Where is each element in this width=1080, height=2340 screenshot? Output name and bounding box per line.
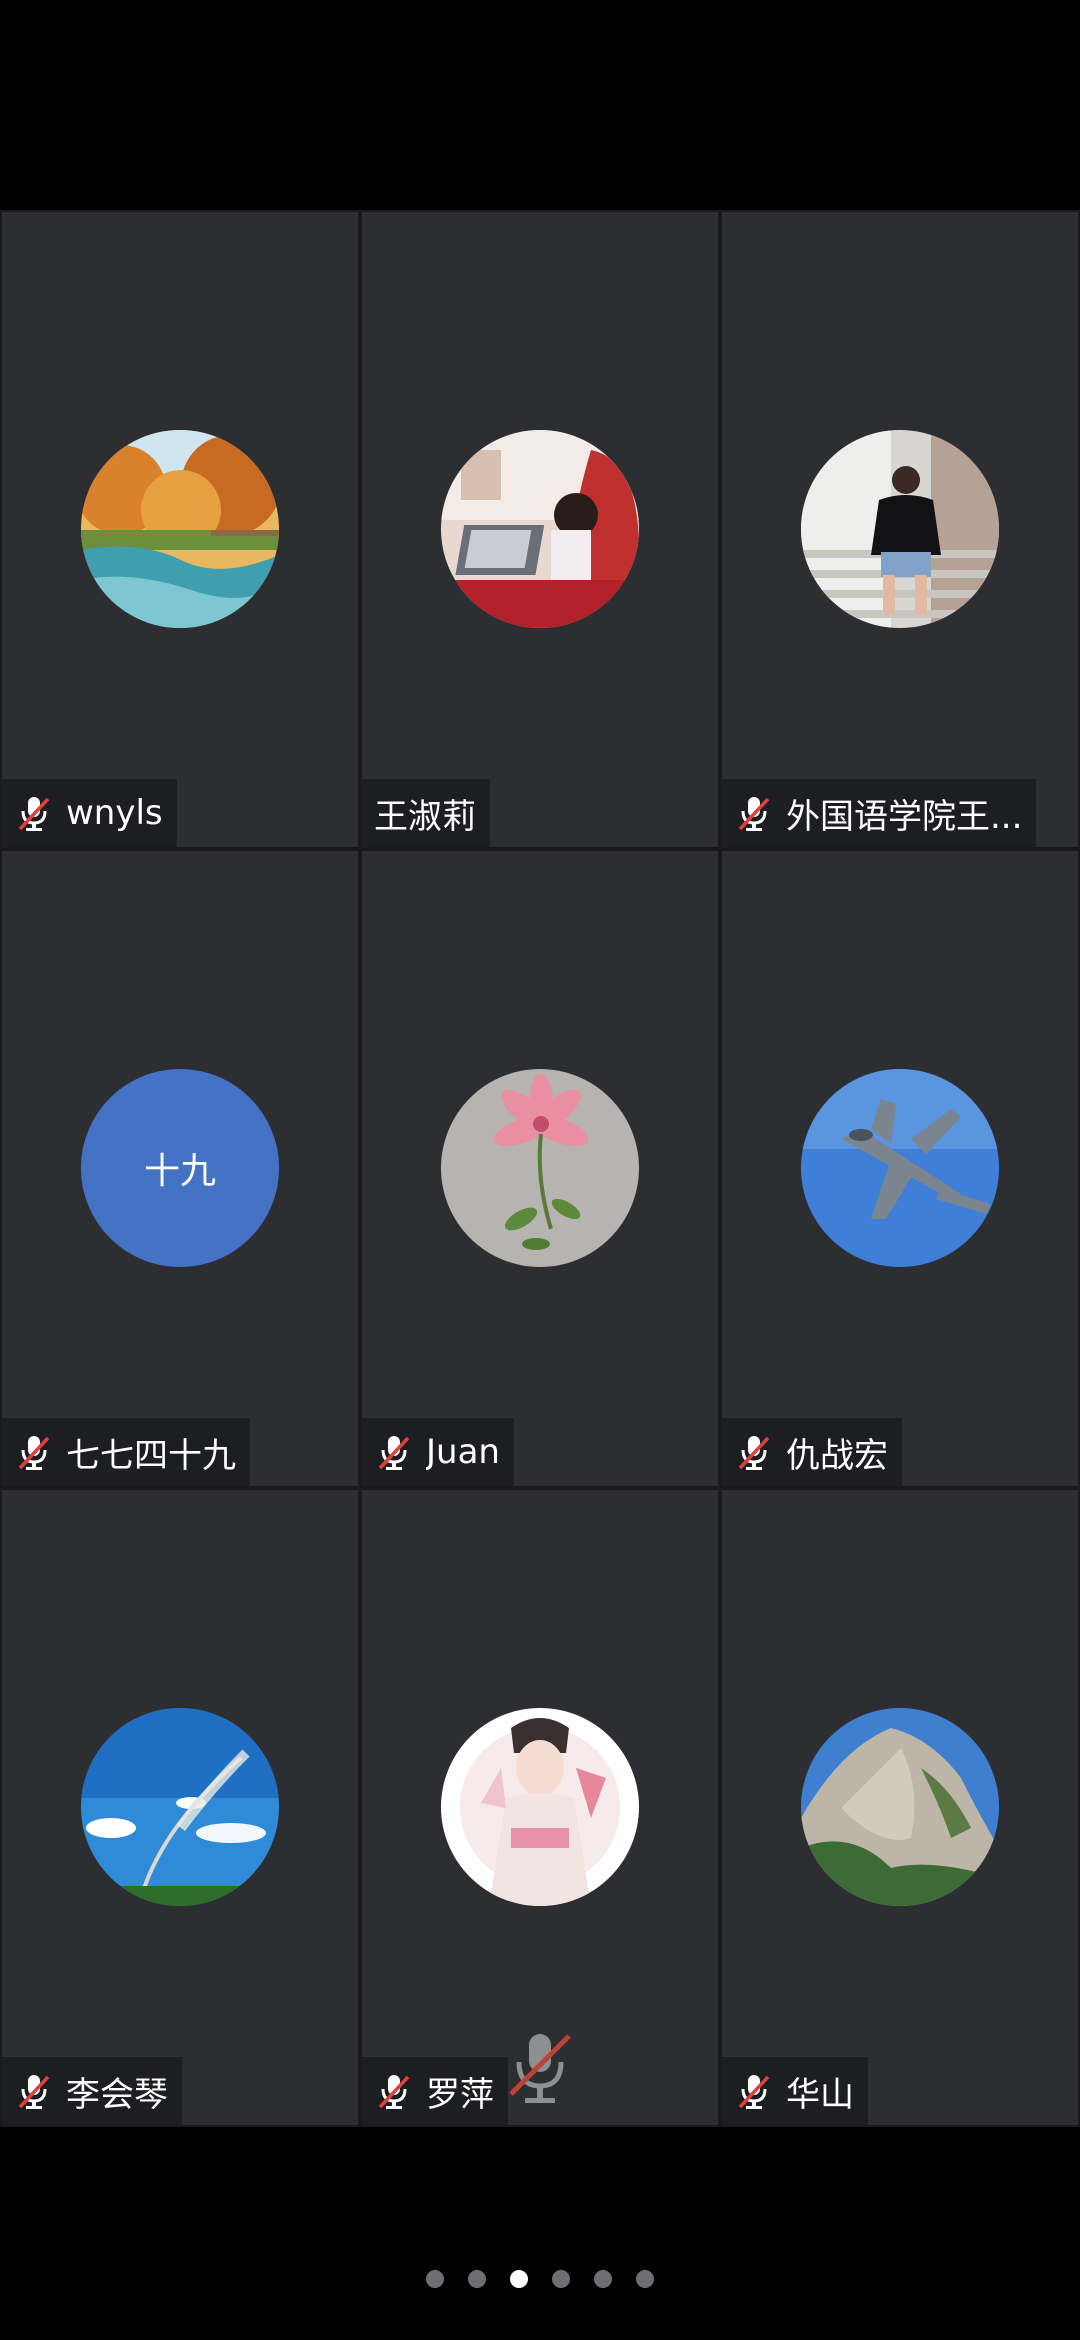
participant-tile[interactable]: 十九 七七四十九: [0, 849, 360, 1488]
mic-muted-icon: [738, 797, 770, 831]
participant-name: 华山: [786, 2074, 854, 2115]
name-tag: 罗萍: [362, 2057, 508, 2125]
name-tag: 仇战宏: [722, 1418, 902, 1486]
participant-tile[interactable]: 李会琴: [0, 1488, 360, 2127]
participant-tile[interactable]: 外国语学院王...: [720, 210, 1080, 849]
page-dot[interactable]: [426, 2270, 444, 2288]
participant-avatar: [81, 430, 279, 628]
name-tag: 李会琴: [2, 2057, 182, 2125]
reed-blue-sky-photo: [81, 1708, 279, 1906]
mic-muted-icon: [18, 1436, 50, 1470]
name-tag: 王淑莉: [362, 779, 490, 847]
pink-flower-photo: [441, 1069, 639, 1267]
mountain-cliff-photo: [801, 1708, 999, 1906]
fighter-jet-photo: [801, 1069, 999, 1267]
name-tag: wnyls: [2, 779, 177, 847]
participant-tile[interactable]: 仇战宏: [720, 849, 1080, 1488]
name-tag: 七七四十九: [2, 1418, 250, 1486]
participant-avatar: [801, 430, 999, 628]
autumn-stream-photo: [81, 430, 279, 628]
participant-name: wnyls: [66, 793, 163, 833]
mic-muted-icon: [378, 2075, 410, 2109]
page-dot[interactable]: [468, 2270, 486, 2288]
name-tag: 华山: [722, 2057, 868, 2125]
mic-muted-icon: [378, 1436, 410, 1470]
woman-on-steps-photo: [801, 430, 999, 628]
participant-avatar: [81, 1708, 279, 1906]
participant-name: 仇战宏: [786, 1435, 888, 1476]
participant-name: 外国语学院王...: [786, 796, 1023, 837]
page-dot-active[interactable]: [510, 2270, 528, 2288]
participant-name: 罗萍: [426, 2074, 494, 2115]
mic-muted-icon: [738, 2075, 770, 2109]
mic-muted-icon: [18, 2075, 50, 2109]
costume-girl-painting: [441, 1708, 639, 1906]
page-dot[interactable]: [636, 2270, 654, 2288]
participant-tile[interactable]: 王淑莉: [360, 210, 720, 849]
participant-avatar: [441, 430, 639, 628]
participant-initials-avatar: 十九: [81, 1069, 279, 1267]
participant-tile[interactable]: wnyls: [0, 210, 360, 849]
participant-tile[interactable]: 罗萍: [360, 1488, 720, 2127]
participant-avatar: [801, 1708, 999, 1906]
participant-avatar: [441, 1069, 639, 1267]
participant-tile[interactable]: 华山: [720, 1488, 1080, 2127]
mic-muted-icon: [738, 1436, 770, 1470]
participant-name: 李会琴: [66, 2074, 168, 2115]
participant-name: 七七四十九: [66, 1435, 236, 1476]
mic-muted-icon: [18, 797, 50, 831]
participant-name: Juan: [426, 1432, 500, 1472]
woman-laptop-photo: [441, 430, 639, 628]
name-tag: 外国语学院王...: [722, 779, 1037, 847]
page-indicator[interactable]: [0, 2270, 1080, 2288]
participant-avatar: [801, 1069, 999, 1267]
video-grid: wnyls 王淑莉 外国语学院王... 十九 七七四十九 Juan 仇战宏 李会…: [0, 210, 1080, 2127]
participant-avatar: [441, 1708, 639, 1906]
participant-tile[interactable]: Juan: [360, 849, 720, 1488]
name-tag: Juan: [362, 1418, 514, 1486]
participant-name: 王淑莉: [374, 796, 476, 837]
page-dot[interactable]: [594, 2270, 612, 2288]
page-dot[interactable]: [552, 2270, 570, 2288]
mic-muted-indicator-icon: [509, 2034, 571, 2103]
